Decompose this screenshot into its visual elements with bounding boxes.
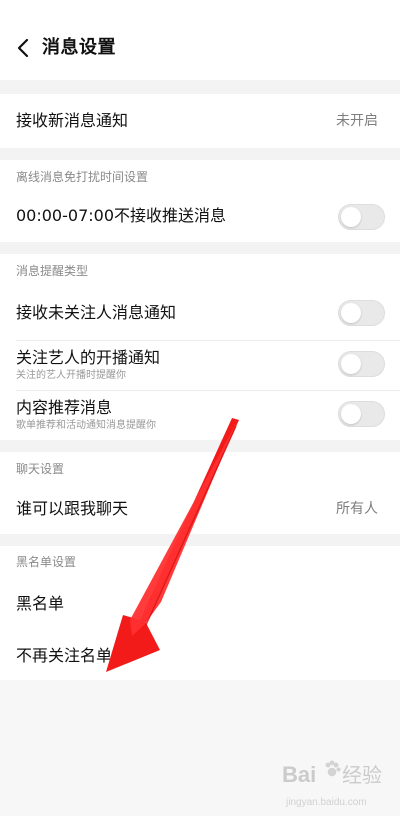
- section-gap: [0, 80, 400, 94]
- section-gap: [0, 148, 400, 160]
- unfollowed-notice-label: 接收未关注人消息通知: [16, 303, 177, 322]
- who-can-chat-value: 所有人: [336, 501, 378, 517]
- section-gap: [0, 440, 400, 452]
- page-title: 消息设置: [42, 37, 116, 58]
- toggle-knob: [341, 207, 361, 227]
- reminder-type-section-title: 消息提醒类型: [16, 264, 89, 278]
- unfollowed-list-label: 不再关注名单: [16, 646, 113, 665]
- blacklist-settings-section-title: 黑名单设置: [16, 555, 77, 569]
- section-gap: [0, 242, 400, 254]
- blacklist-settings-section: 黑名单设置 黑名单 不再关注名单: [0, 546, 400, 680]
- receive-new-message-row[interactable]: 接收新消息通知 未开启: [0, 94, 400, 148]
- baidu-jingyan-watermark: Bai 经验 jingyan.baidu.com: [282, 760, 382, 808]
- unfollowed-notice-toggle[interactable]: [338, 300, 385, 326]
- watermark-url-text: jingyan.baidu.com: [285, 797, 367, 808]
- chat-settings-section-title: 聊天设置: [16, 462, 65, 476]
- unfollowed-list-row[interactable]: 不再关注名单: [0, 630, 400, 680]
- watermark-jingyan-text: 经验: [342, 763, 382, 787]
- receive-new-message-value: 未开启: [336, 113, 378, 129]
- watermark-bai-text: Bai: [282, 762, 316, 787]
- unfollowed-notice-row[interactable]: 接收未关注人消息通知: [0, 290, 400, 340]
- offline-dnd-row[interactable]: 00:00-07:00不接收推送消息: [0, 193, 400, 242]
- section-gap: [0, 534, 400, 546]
- reminder-type-section: 消息提醒类型 接收未关注人消息通知 关注艺人的开播通知 关注的艺人开播时提醒你 …: [0, 254, 400, 440]
- chevron-left-icon: [17, 38, 29, 58]
- baidu-paw-icon: [325, 760, 341, 777]
- toggle-knob: [341, 303, 361, 323]
- page-header: 消息设置: [0, 0, 400, 80]
- artist-live-label: 关注艺人的开播通知: [16, 348, 161, 367]
- back-button[interactable]: [12, 36, 36, 60]
- toggle-knob: [341, 404, 361, 424]
- offline-dnd-section: 离线消息免打扰时间设置 00:00-07:00不接收推送消息: [0, 160, 400, 242]
- artist-live-row[interactable]: 关注艺人的开播通知 关注的艺人开播时提醒你: [0, 341, 400, 391]
- who-can-chat-label: 谁可以跟我聊天: [16, 499, 129, 518]
- artist-live-toggle[interactable]: [338, 351, 385, 377]
- artist-live-subtext: 关注的艺人开播时提醒你: [16, 370, 126, 381]
- content-recommend-label: 内容推荐消息: [16, 398, 113, 417]
- content-recommend-subtext: 歌单推荐和活动通知消息提醒你: [16, 420, 156, 431]
- content-recommend-toggle[interactable]: [338, 401, 385, 427]
- content-recommend-row[interactable]: 内容推荐消息 歌单推荐和活动通知消息提醒你: [0, 391, 400, 440]
- receive-new-message-label: 接收新消息通知: [16, 111, 129, 130]
- offline-dnd-label: 00:00-07:00不接收推送消息: [16, 206, 226, 225]
- who-can-chat-row[interactable]: 谁可以跟我聊天 所有人: [0, 485, 400, 534]
- blacklist-label: 黑名单: [16, 594, 65, 613]
- blacklist-row[interactable]: 黑名单: [0, 580, 400, 630]
- offline-dnd-toggle[interactable]: [338, 204, 385, 230]
- chat-settings-section: 聊天设置 谁可以跟我聊天 所有人: [0, 452, 400, 534]
- toggle-knob: [341, 354, 361, 374]
- offline-dnd-section-title: 离线消息免打扰时间设置: [16, 170, 149, 184]
